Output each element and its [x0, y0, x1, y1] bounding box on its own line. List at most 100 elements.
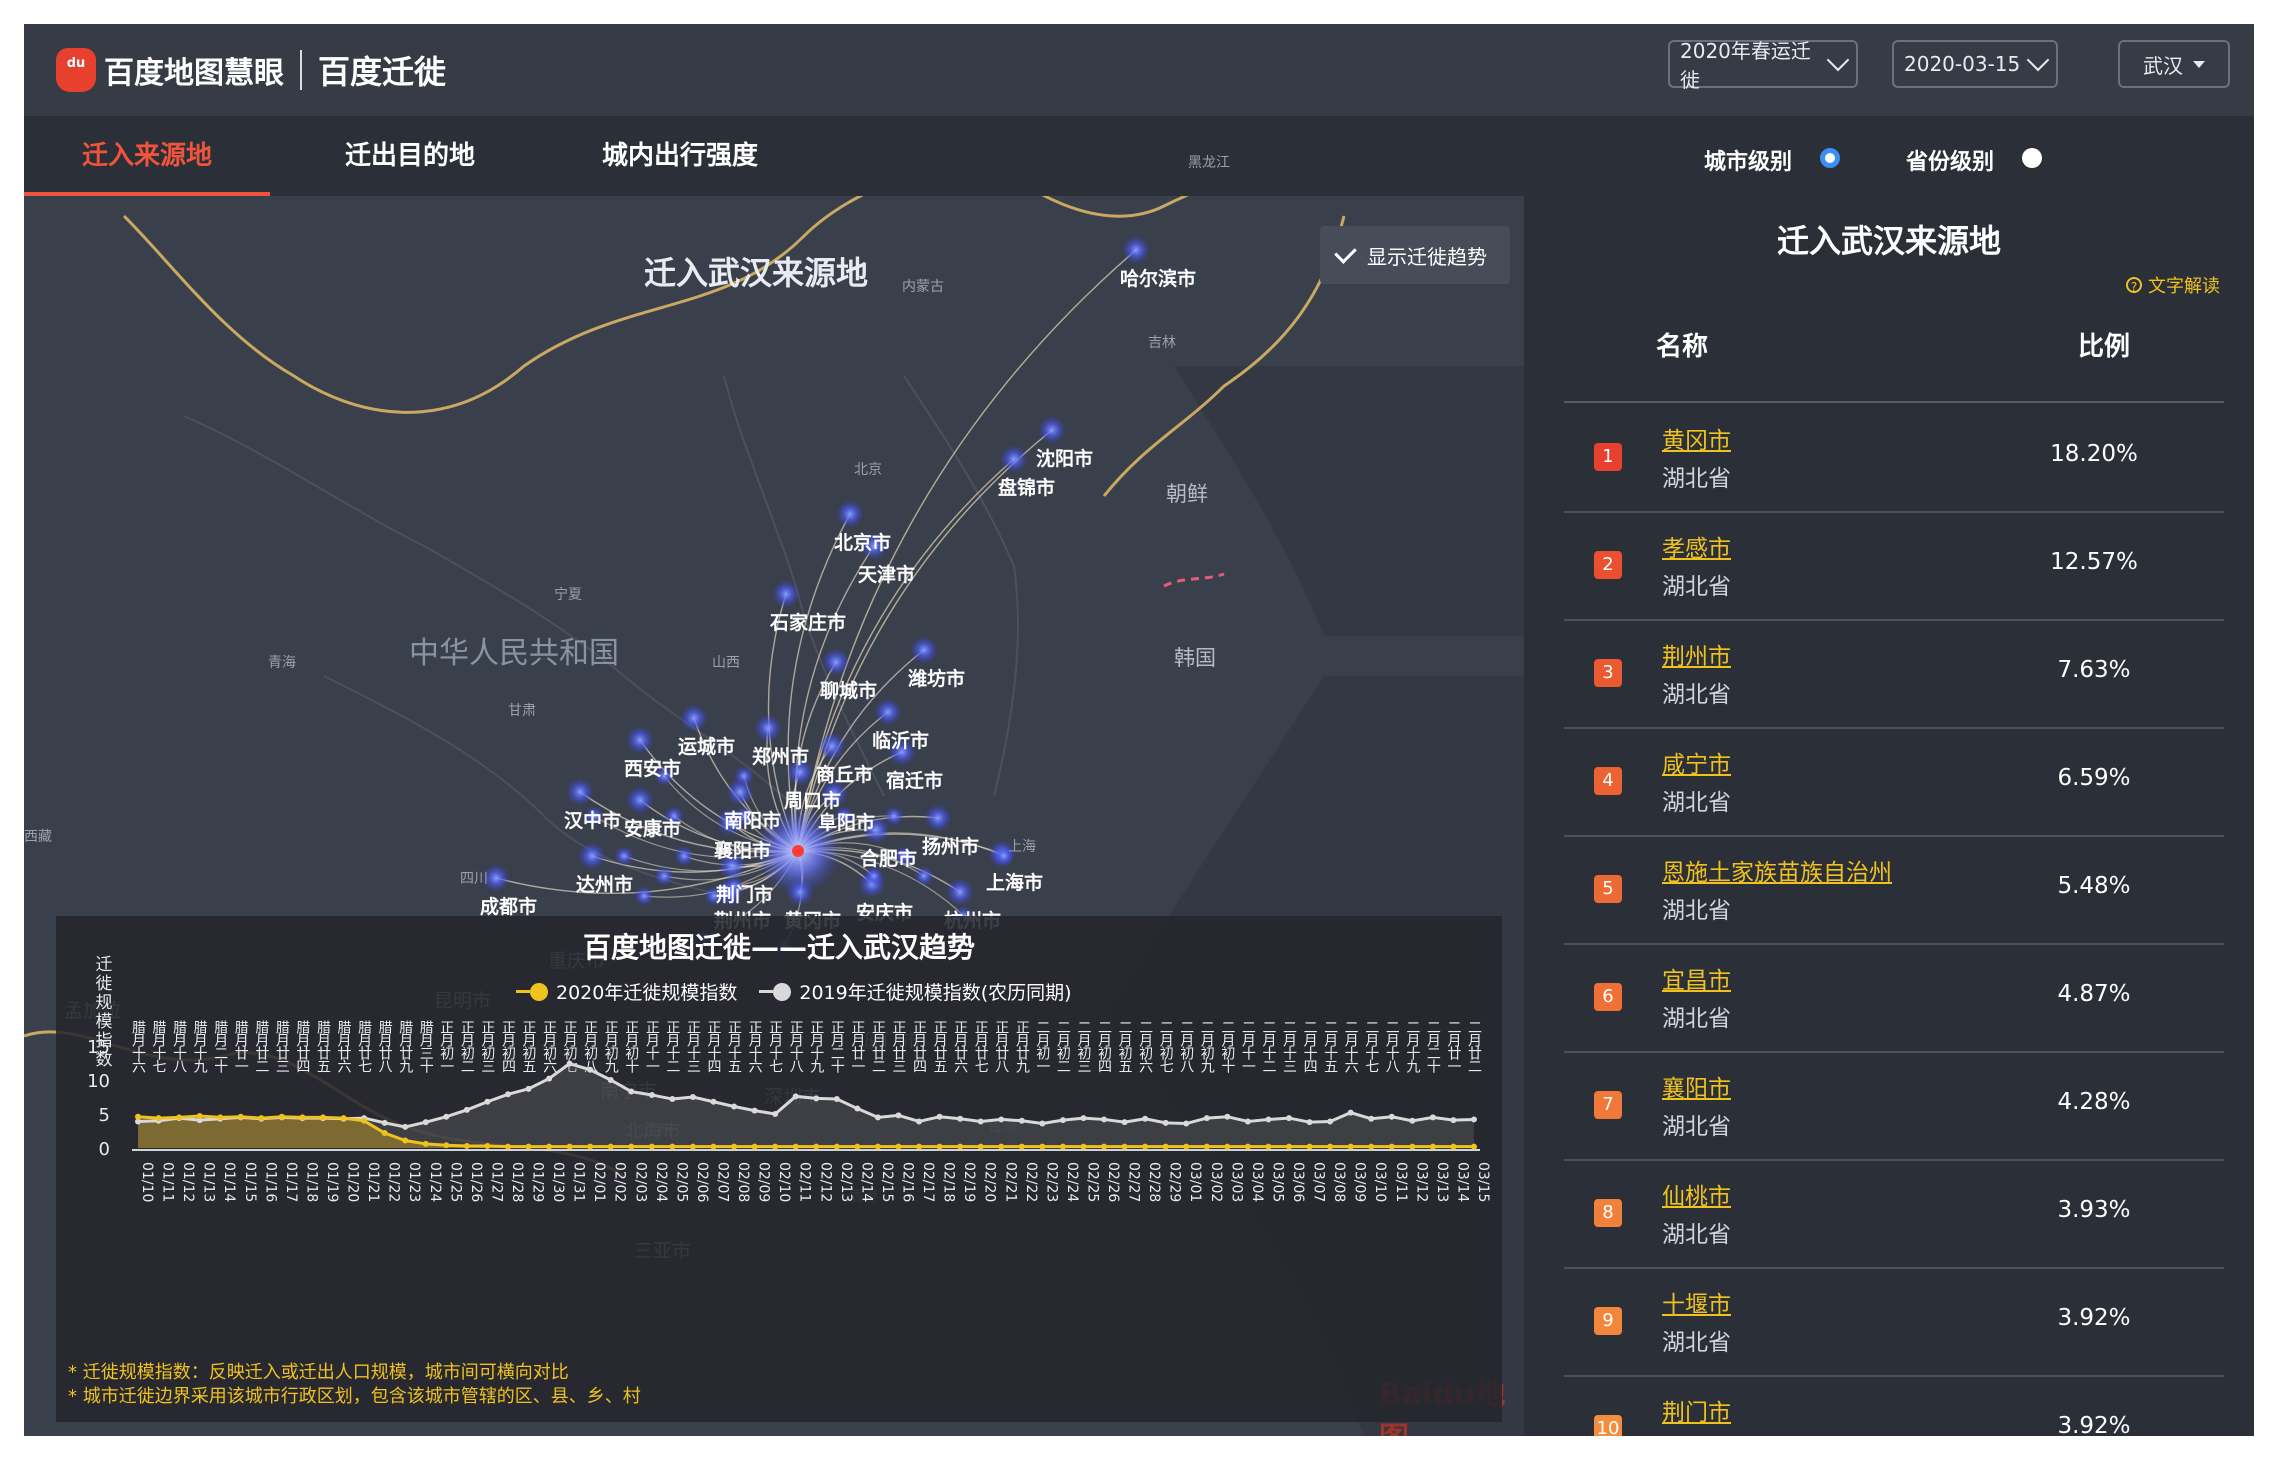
ranking-row[interactable]: 9 十堰市 湖北省 3.92%	[1564, 1267, 2224, 1377]
ranking-row[interactable]: 5 恩施土家族苗族自治州 湖北省 5.48%	[1564, 835, 2224, 945]
logo[interactable]: du 百度地图慧眼 百度迁徙	[56, 46, 446, 94]
lunar-date-label: 二月廿二	[1466, 1020, 1482, 1072]
city-name-link[interactable]: 仙桃市	[1662, 1177, 1731, 1211]
point-2020	[504, 1143, 511, 1150]
point-2020	[957, 1143, 964, 1150]
city-label[interactable]: 盘锦市	[998, 473, 1055, 500]
tab-intracity-intensity[interactable]: 城内出行强度	[550, 116, 810, 196]
city-name-link[interactable]: 孝感市	[1662, 529, 1731, 563]
x-tick-label: 01/23	[406, 1162, 422, 1202]
city-name-link[interactable]: 宜昌市	[1662, 961, 1731, 995]
point-2020	[402, 1137, 409, 1144]
point-2019	[751, 1107, 758, 1114]
ranking-row[interactable]: 3 荆州市 湖北省 7.63%	[1564, 619, 2224, 729]
text-interpretation-link[interactable]: ? 文字解读	[2126, 272, 2220, 298]
point-2020	[1368, 1143, 1375, 1150]
point-2019	[422, 1119, 429, 1126]
city-label[interactable]: 荆门市	[716, 880, 773, 907]
point-2019	[402, 1123, 409, 1130]
city-label[interactable]: 安康市	[624, 814, 681, 841]
city-label[interactable]: 商丘市	[816, 760, 873, 787]
radio-province-label[interactable]: 省份级别	[1906, 144, 1994, 176]
lunar-date-label: 二月初五	[1117, 1020, 1133, 1073]
point-2019	[1306, 1119, 1313, 1126]
interp-label: 文字解读	[2148, 276, 2220, 297]
point-2020	[895, 1143, 902, 1150]
city-label[interactable]: 合肥市	[860, 844, 917, 871]
city-label[interactable]: 潍坊市	[908, 664, 965, 691]
city-label[interactable]: 上海市	[986, 868, 1043, 895]
city-name-link[interactable]: 黄冈市	[1662, 421, 1731, 455]
city-name-link[interactable]: 荆门市	[1662, 1393, 1731, 1427]
city-label[interactable]: 天津市	[858, 560, 915, 587]
city-label[interactable]: 扬州市	[922, 832, 979, 859]
point-2020	[1286, 1143, 1293, 1150]
lunar-date-label: 正月初三	[479, 1020, 495, 1072]
city-label[interactable]: 汉中市	[564, 806, 621, 833]
x-tick-label: 02/08	[735, 1162, 751, 1202]
x-tick-label: 01/20	[345, 1162, 361, 1202]
lunar-date-label: 腊月廿二	[253, 1020, 269, 1072]
point-2020	[1409, 1143, 1416, 1150]
city-label[interactable]: 阜阳市	[818, 808, 875, 835]
radio-province-level[interactable]	[2022, 148, 2042, 168]
city-label[interactable]: 哈尔滨市	[1120, 264, 1196, 291]
point-2020	[710, 1143, 717, 1150]
radio-city-label[interactable]: 城市级别	[1704, 144, 1792, 176]
ranking-row[interactable]: 1 黄冈市 湖北省 18.20%	[1564, 403, 2224, 513]
city-label[interactable]: 聊城市	[820, 676, 877, 703]
baidu-map-pin-icon: du	[56, 48, 96, 92]
rank-badge: 1	[1594, 443, 1622, 471]
lunar-date-label: 腊月廿六	[336, 1020, 352, 1073]
city-name-link[interactable]: 恩施土家族苗族自治州	[1662, 853, 1892, 887]
date-select[interactable]: 2020-03-15	[1892, 40, 2058, 88]
ranking-row[interactable]: 4 咸宁市 湖北省 6.59%	[1564, 727, 2224, 837]
ranking-row[interactable]: 7 襄阳市 湖北省 4.28%	[1564, 1051, 2224, 1161]
city-label[interactable]: 临沂市	[872, 726, 929, 753]
point-2020	[566, 1143, 573, 1150]
radio-city-level[interactable]	[1820, 148, 1840, 168]
city-name-link[interactable]: 襄阳市	[1662, 1069, 1731, 1103]
city-select[interactable]: 武汉	[2118, 40, 2230, 88]
point-2020	[1224, 1143, 1231, 1150]
point-2020	[1121, 1143, 1128, 1150]
ranking-row[interactable]: 6 宜昌市 湖北省 4.87%	[1564, 943, 2224, 1053]
lunar-date-label: 腊月廿七	[356, 1020, 372, 1073]
migration-map[interactable]: 迁入来源地 迁出目的地 城内出行强度 迁入武汉来源地 显示迁徙趋势 中华人民共和…	[24, 116, 1524, 1436]
season-select[interactable]: 2020年春运迁徙	[1668, 39, 1858, 92]
point-2020	[525, 1143, 532, 1150]
city-label[interactable]: 沈阳市	[1036, 444, 1093, 471]
city-label[interactable]: 成都市	[480, 892, 537, 919]
city-name-link[interactable]: 咸宁市	[1662, 745, 1731, 779]
lunar-date-label: 正月廿一	[849, 1020, 865, 1072]
province-name: 湖北省	[1662, 1006, 1731, 1032]
city-glow-dot	[1038, 416, 1066, 444]
x-tick-label: 03/09	[1352, 1162, 1368, 1202]
city-label[interactable]: 襄阳市	[714, 836, 771, 863]
point-2020	[607, 1143, 614, 1150]
tab-outflow-destination[interactable]: 迁出目的地	[300, 116, 520, 196]
city-name-link[interactable]: 荆州市	[1662, 637, 1731, 671]
tab-inflow-source[interactable]: 迁入来源地	[24, 116, 270, 196]
rank-badge: 8	[1594, 1199, 1622, 1227]
city-label[interactable]: 南阳市	[724, 806, 781, 833]
city-name-link[interactable]: 十堰市	[1662, 1285, 1731, 1319]
ranking-row[interactable]: 2 孝感市 湖北省 12.57%	[1564, 511, 2224, 621]
rank-badge: 4	[1594, 767, 1622, 795]
region-label: 北京	[854, 462, 882, 478]
city-label[interactable]: 北京市	[834, 528, 891, 555]
ranking-row[interactable]: 8 仙桃市 湖北省 3.93%	[1564, 1159, 2224, 1269]
show-trend-checkbox[interactable]: 显示迁徙趋势	[1320, 226, 1510, 284]
city-label[interactable]: 郑州市	[752, 742, 809, 769]
x-tick-label: 02/09	[756, 1162, 772, 1202]
region-label: 吉林	[1148, 335, 1176, 351]
point-2020	[813, 1143, 820, 1150]
city-label[interactable]: 运城市	[678, 732, 735, 759]
city-label[interactable]: 宿迁市	[886, 766, 943, 793]
city-label[interactable]: 石家庄市	[770, 608, 846, 635]
city-label[interactable]: 达州市	[576, 870, 633, 897]
city-label[interactable]: 西安市	[624, 754, 681, 781]
point-2019	[916, 1118, 923, 1125]
ranking-row[interactable]: 10 荆门市湖北省 3.92%	[1564, 1375, 2224, 1436]
point-2020	[1306, 1143, 1313, 1150]
